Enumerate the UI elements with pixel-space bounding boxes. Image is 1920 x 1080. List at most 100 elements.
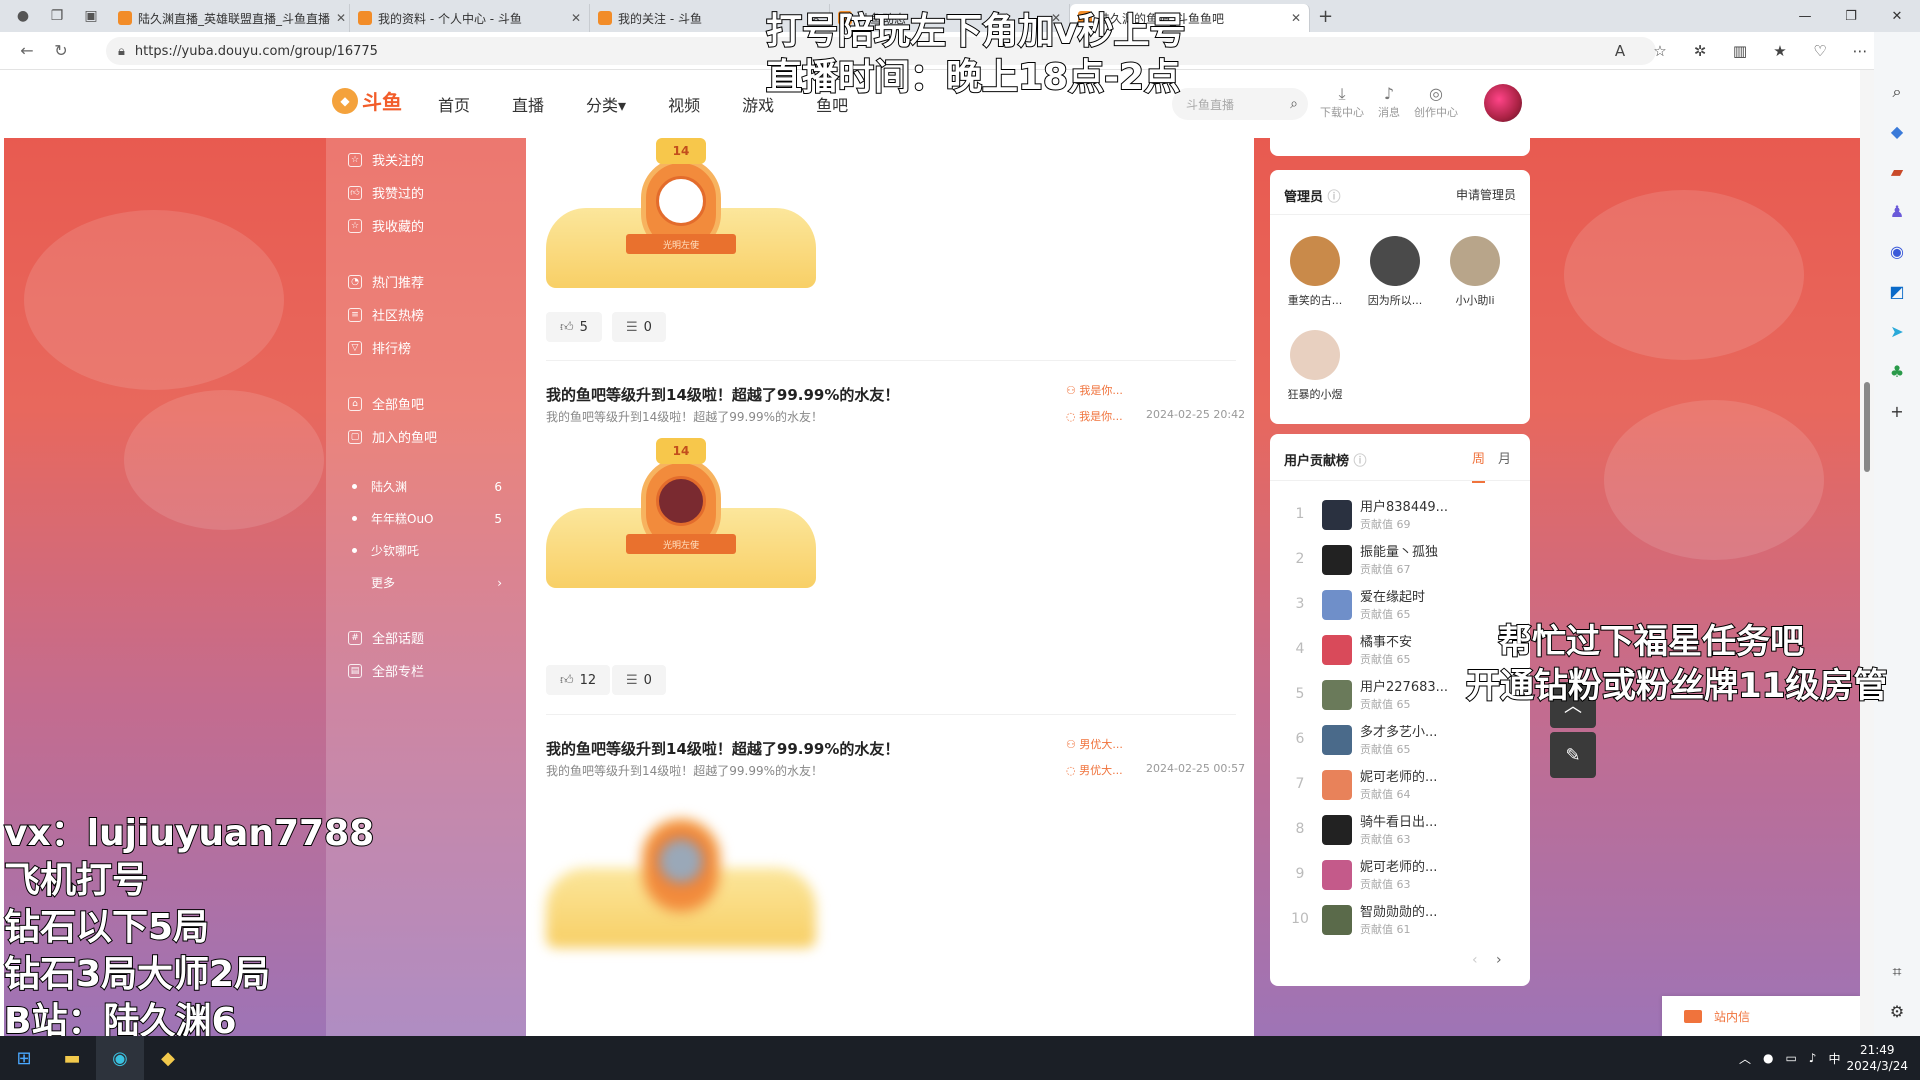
admin-item[interactable]: 因为所以... xyxy=(1360,236,1430,308)
level-badge-image[interactable]: 14 光明左使 xyxy=(546,438,816,588)
profile-icon[interactable]: ● xyxy=(12,5,34,27)
sidebar-item-liked[interactable]: 👍︎ 我赞过的 xyxy=(348,183,424,202)
search-icon[interactable]: ⌕ xyxy=(1874,72,1920,112)
level-badge-image[interactable]: 14 光明左使 xyxy=(546,138,816,288)
tag-icon[interactable]: ◆ xyxy=(1874,112,1920,152)
post-replier[interactable]: ◌ 男优大... xyxy=(1066,762,1123,778)
sidebar-group-item[interactable]: 年年糕OuO 5 xyxy=(352,510,502,527)
favorites-icon[interactable]: ★ xyxy=(1760,36,1800,66)
apply-admin-link[interactable]: 申请管理员 xyxy=(1456,186,1516,203)
add-icon[interactable]: + xyxy=(1874,392,1920,432)
close-icon[interactable]: ✕ xyxy=(330,11,346,25)
tab-week[interactable]: 周 xyxy=(1472,448,1486,483)
prev-page-icon[interactable]: ‹ xyxy=(1472,952,1478,968)
read-aloud-icon[interactable]: A xyxy=(1600,36,1640,66)
sidebar-item-hot[interactable]: ◔ 热门推荐 xyxy=(348,272,424,291)
windows-start-icon[interactable]: ⊞ xyxy=(0,1036,48,1080)
lock-icon[interactable]: 🔒︎ xyxy=(118,44,125,59)
rank-row[interactable]: 10 智勋勋勋的... 贡献值 61 xyxy=(1284,899,1514,943)
performance-icon[interactable]: ♡ xyxy=(1800,36,1840,66)
toolbox-icon[interactable]: ▰ xyxy=(1874,152,1920,192)
post-replier[interactable]: ◌ 我是你... xyxy=(1066,408,1123,424)
send-icon[interactable]: ➤ xyxy=(1874,312,1920,352)
minimize-icon[interactable]: — xyxy=(1782,0,1828,32)
like-button[interactable]: 👍︎ 5 xyxy=(546,312,602,342)
scrollbar-thumb[interactable] xyxy=(1864,382,1870,472)
restore-icon[interactable]: ❐ xyxy=(1828,0,1874,32)
tab-actions-icon[interactable]: ▣ xyxy=(80,5,102,27)
ime-indicator[interactable]: 中 xyxy=(1828,1050,1840,1067)
office-icon[interactable]: ◉ xyxy=(1874,232,1920,272)
extensions-icon[interactable]: ✲ xyxy=(1680,36,1720,66)
next-page-icon[interactable]: › xyxy=(1496,952,1502,968)
page-scrollbar[interactable] xyxy=(1860,70,1874,1036)
post-title[interactable]: 我的鱼吧等级升到14级啦！超越了99.99%的水友！ xyxy=(546,738,899,759)
creator-center-button[interactable]: ◎ 创作中心 xyxy=(1414,84,1458,120)
volume-icon[interactable]: ♪ xyxy=(1809,1051,1817,1065)
rank-row[interactable]: 7 妮可老师的... 贡献值 64 xyxy=(1284,764,1514,808)
favorite-star-icon[interactable]: ☆ xyxy=(1640,36,1680,66)
split-screen-icon[interactable]: ▥ xyxy=(1720,36,1760,66)
new-tab-icon[interactable]: + xyxy=(1318,6,1333,27)
close-icon[interactable]: ✕ xyxy=(1285,11,1301,25)
like-button[interactable]: 👍︎ 12 xyxy=(546,665,611,695)
user-avatar[interactable] xyxy=(1484,84,1522,122)
sidebar-item-topics[interactable]: # 全部话题 xyxy=(348,628,424,647)
sidebar-item-joined[interactable]: ▢ 加入的鱼吧 xyxy=(348,427,437,446)
messages-button[interactable]: ♪ 消息 xyxy=(1378,84,1400,120)
outlook-icon[interactable]: ◩ xyxy=(1874,272,1920,312)
rank-row[interactable]: 6 多才多艺小... 贡献值 65 xyxy=(1284,719,1514,763)
level-badge-image[interactable] xyxy=(546,798,816,948)
sidebar-item-collected[interactable]: ☆ 我收藏的 xyxy=(348,216,424,235)
compose-post-button[interactable]: ✎ xyxy=(1550,732,1596,778)
browser-tab[interactable]: 陆久渊直播_英雄联盟直播_斗鱼直播 ✕ xyxy=(110,4,350,32)
search-input[interactable]: 斗鱼直播 ⌕ xyxy=(1172,88,1308,120)
post-author[interactable]: ⚇ 我是你... xyxy=(1066,382,1123,398)
admin-item[interactable]: 狂暴的小煜 xyxy=(1280,330,1350,402)
close-icon[interactable]: ✕ xyxy=(565,11,581,25)
app-icon[interactable]: ◆ xyxy=(144,1036,192,1080)
workspaces-icon[interactable]: ❐ xyxy=(46,5,68,27)
chess-icon[interactable]: ♟ xyxy=(1874,192,1920,232)
douyu-logo[interactable]: ◆ 斗鱼 xyxy=(332,86,402,115)
help-icon[interactable]: ⓘ xyxy=(1328,190,1341,205)
download-center-button[interactable]: ⤓ 下载中心 xyxy=(1320,84,1364,120)
microphone-icon[interactable]: ● xyxy=(1763,1051,1773,1065)
tree-icon[interactable]: ♣ xyxy=(1874,352,1920,392)
browser-tab[interactable]: 我的资料 - 个人中心 - 斗鱼 ✕ xyxy=(350,4,590,32)
help-icon[interactable]: ⓘ xyxy=(1354,454,1367,469)
close-window-icon[interactable]: ✕ xyxy=(1874,0,1920,32)
admin-item[interactable]: 小小助li xyxy=(1440,236,1510,308)
refresh-icon[interactable]: ↻ xyxy=(44,36,78,66)
rank-row[interactable]: 9 妮可老师的... 贡献值 63 xyxy=(1284,854,1514,898)
sidebar-item-community-hot[interactable]: ≡ 社区热榜 xyxy=(348,305,424,324)
sidebar-more[interactable]: 更多 › xyxy=(352,574,502,591)
sidebar-item-following[interactable]: ☆ 我关注的 xyxy=(348,150,424,169)
clock[interactable]: 21:49 2024/3/24 xyxy=(1846,1042,1908,1074)
nav-category[interactable]: 分类▾ xyxy=(586,92,626,116)
search-icon[interactable]: ⌕ xyxy=(1290,96,1298,112)
settings-icon[interactable]: ⚙ xyxy=(1874,992,1920,1032)
post-title[interactable]: 我的鱼吧等级升到14级啦！超越了99.99%的水友！ xyxy=(546,384,899,405)
screenshot-icon[interactable]: ⌗ xyxy=(1874,952,1920,992)
rank-row[interactable]: 1 用户838449... 贡献值 69 xyxy=(1284,494,1514,538)
nav-live[interactable]: 直播 xyxy=(512,92,544,116)
rank-row[interactable]: 2 振能量丶孤独 贡献值 67 xyxy=(1284,539,1514,583)
comment-button[interactable]: ☰ 0 xyxy=(612,312,666,342)
back-icon[interactable]: ← xyxy=(10,36,44,66)
nav-home[interactable]: 首页 xyxy=(438,92,470,116)
sidebar-group-item[interactable]: 少钦哪吒 xyxy=(352,542,502,559)
sidebar-item-all-yuba[interactable]: ⌂ 全部鱼吧 xyxy=(348,394,424,413)
sidebar-item-columns[interactable]: ▤ 全部专栏 xyxy=(348,661,424,680)
nav-video[interactable]: 视频 xyxy=(668,92,700,116)
chevron-up-icon[interactable]: ︿ xyxy=(1739,1050,1751,1067)
network-icon[interactable]: ▭ xyxy=(1785,1051,1796,1065)
admin-item[interactable]: 重笑的古... xyxy=(1280,236,1350,308)
site-mail-bar[interactable]: 站内信 xyxy=(1662,996,1860,1036)
rank-row[interactable]: 8 骑牛看日出... 贡献值 63 xyxy=(1284,809,1514,853)
sidebar-group-item[interactable]: 陆久渊 6 xyxy=(352,478,502,495)
comment-button[interactable]: ☰ 0 xyxy=(612,665,666,695)
sidebar-item-ranking[interactable]: ▽ 排行榜 xyxy=(348,338,411,357)
tab-month[interactable]: 月 xyxy=(1498,448,1511,467)
file-explorer-icon[interactable]: ▬ xyxy=(48,1036,96,1080)
